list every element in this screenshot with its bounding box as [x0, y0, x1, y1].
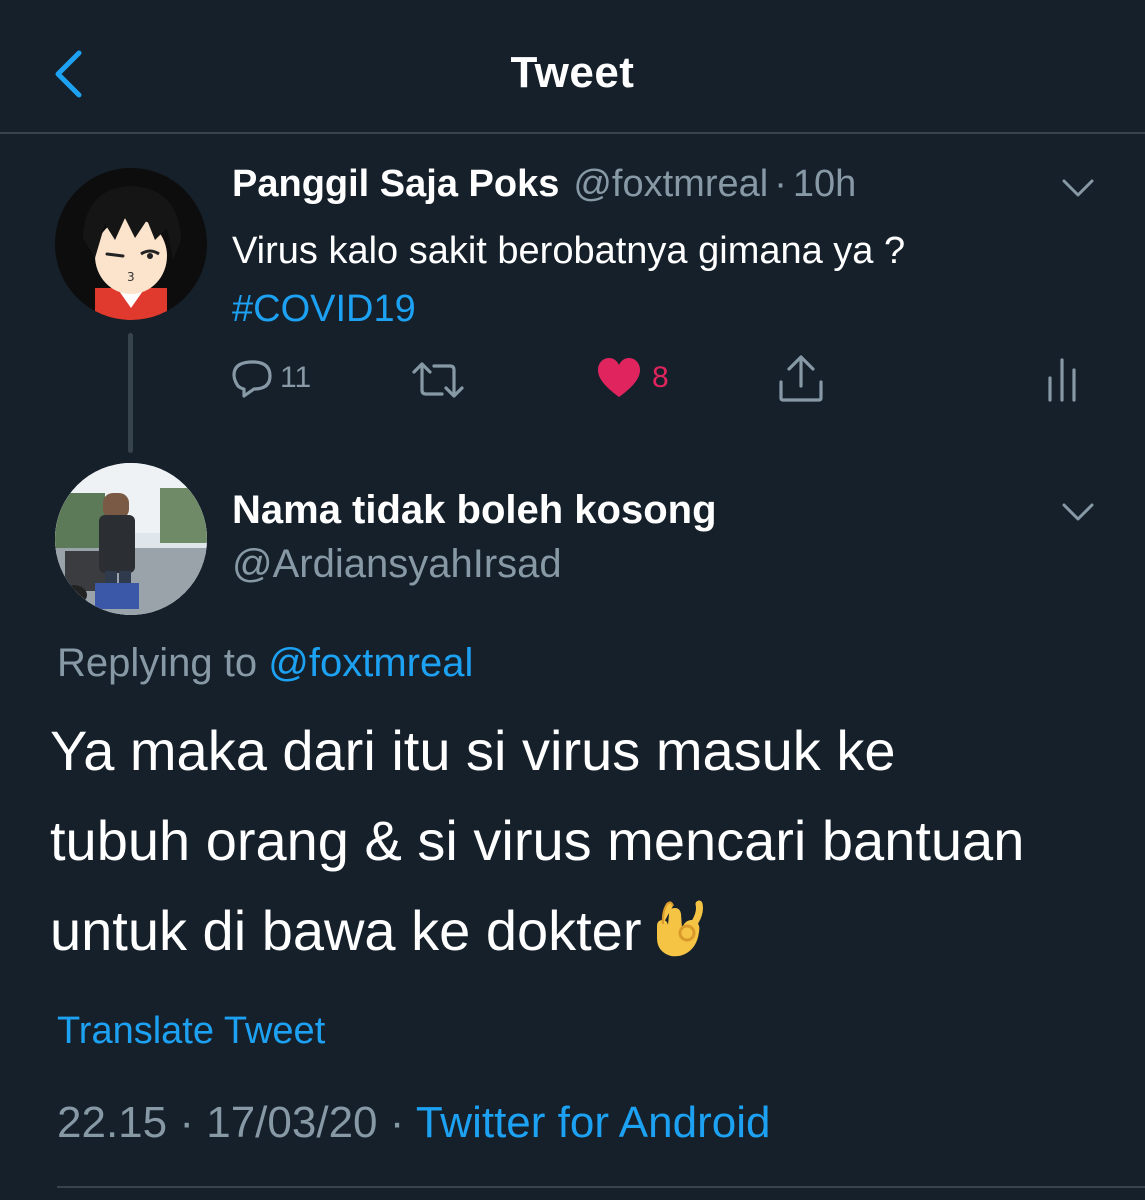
share-icon	[779, 355, 823, 402]
reply-author-name[interactable]: Nama tidak boleh kosong	[232, 488, 717, 533]
reply-author-handle[interactable]: @ArdiansyahIrsad	[232, 542, 562, 587]
tweet-date: 17/03/20	[206, 1098, 378, 1147]
replying-to-label: Replying to	[57, 641, 258, 685]
heart-filled-icon	[598, 358, 640, 397]
analytics-button[interactable]	[1044, 356, 1080, 402]
tweet-meta: 22.15 · 17/03/20 · Twitter for Android	[57, 1098, 770, 1148]
retweet-icon	[412, 362, 464, 398]
thread-connector-line	[128, 333, 133, 453]
reply-tweet-body: Ya maka dari itu si virus masuk ke tubuh…	[50, 706, 1050, 976]
anime-avatar-image: 3	[55, 168, 207, 320]
top-nav-bar: Tweet	[0, 0, 1145, 134]
separator-dot: ·	[389, 1098, 405, 1147]
separator-dot: ·	[774, 163, 787, 205]
page-title: Tweet	[510, 48, 635, 97]
replying-to-line: Replying to @foxtmreal	[57, 641, 473, 686]
divider	[57, 1186, 1145, 1188]
share-button[interactable]	[776, 354, 826, 404]
author-name[interactable]: Panggil Saja Poks	[232, 163, 559, 206]
replying-to-mention[interactable]: @foxtmreal	[268, 641, 473, 685]
reply-button[interactable]: 11	[230, 356, 311, 400]
profile-photo-image	[55, 463, 207, 615]
ok-hand-icon	[651, 894, 707, 957]
tweet-time: 22.15	[57, 1098, 168, 1147]
retweet-button[interactable]	[410, 358, 466, 402]
separator-dot: ·	[179, 1098, 194, 1147]
chevron-down-icon	[1062, 503, 1094, 521]
tweet-options-button[interactable]	[1055, 168, 1101, 208]
avatar-panggil-saja-poks[interactable]: 3	[55, 168, 207, 320]
tweet-detail-screen: Tweet 3 Panggil Saja Poks @foxtmreal · 1…	[0, 0, 1145, 1200]
analytics-icon	[1048, 358, 1076, 402]
original-tweet-text: Virus kalo sakit berobatnya gimana ya ?	[232, 230, 906, 272]
tweet-source-link[interactable]: Twitter for Android	[416, 1098, 771, 1147]
reply-tweet-text: Ya maka dari itu si virus masuk ke tubuh…	[50, 719, 1025, 962]
avatar-nama-tidak-boleh-kosong[interactable]	[55, 463, 207, 615]
hashtag-link[interactable]: #COVID19	[232, 280, 416, 338]
reply-count: 11	[280, 361, 312, 394]
author-handle[interactable]: @foxtmreal	[573, 163, 768, 206]
translate-tweet-link[interactable]: Translate Tweet	[57, 1010, 325, 1053]
svg-text:3: 3	[127, 270, 135, 284]
chevron-down-icon	[1062, 179, 1094, 197]
reply-options-button[interactable]	[1055, 492, 1101, 532]
original-tweet-header: Panggil Saja Poks @foxtmreal · 10h	[232, 163, 856, 215]
like-count: 8	[652, 361, 669, 394]
tweet-age: 10h	[792, 163, 857, 205]
like-button[interactable]: 8	[596, 356, 669, 400]
reply-icon	[232, 360, 272, 398]
